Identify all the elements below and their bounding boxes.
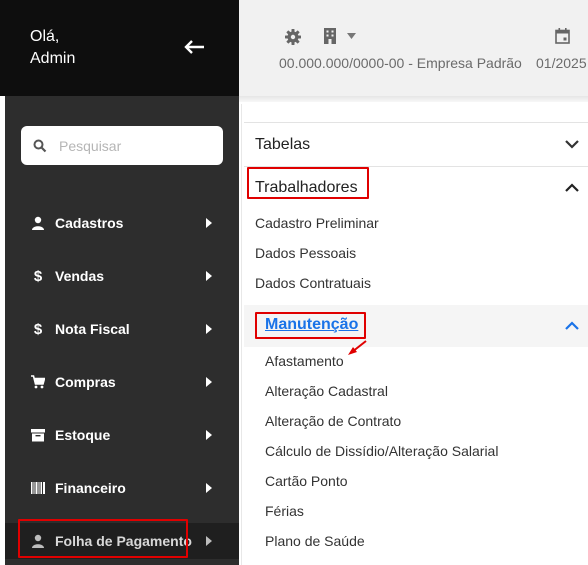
menu-item-plano-de-saude[interactable]: Plano de Saúde [265,533,365,549]
chevron-right-icon [206,483,212,493]
section-tabelas[interactable]: Tabelas [255,136,310,154]
sidebar-item-label: Vendas [55,268,105,284]
app-root: Olá, Admin Cadastros $ Vendas [0,0,588,565]
user-icon [32,216,44,230]
sidebar: Cadastros $ Vendas $ Nota Fiscal Compras [5,96,239,565]
sidebar-item-nota-fiscal[interactable]: $ Nota Fiscal [5,311,239,347]
caret-down-icon[interactable] [347,33,356,39]
chevron-right-icon [206,218,212,228]
dollar-icon: $ [33,267,43,285]
chevron-down-icon[interactable] [565,140,579,149]
menu-item-ferias[interactable]: Férias [265,503,304,519]
gear-icon[interactable] [285,29,301,45]
sidebar-item-financeiro[interactable]: Financeiro [5,470,239,506]
menu-item-cartao-ponto[interactable]: Cartão Ponto [265,473,348,489]
chevron-right-icon [206,536,212,546]
arrow-left-icon[interactable] [182,36,206,58]
archive-icon [31,429,45,442]
dollar-icon: $ [33,320,43,338]
chevron-up-icon[interactable] [565,321,579,330]
menu-item-afastamento[interactable]: Afastamento [265,353,344,369]
divider [244,122,588,123]
barcode-icon [31,482,45,494]
menu-item-dados-pessoais[interactable]: Dados Pessoais [255,245,356,261]
menu-item-alteracao-de-contrato[interactable]: Alteração de Contrato [265,413,401,429]
menu-item-calculo-de-dissidio[interactable]: Cálculo de Dissídio/Alteração Salarial [265,443,498,459]
annotation-arrow-icon [348,340,367,355]
menu-item-dados-contratuais[interactable]: Dados Contratuais [255,275,371,291]
sidebar-item-compras[interactable]: Compras [5,364,239,400]
highlight-box-folha [18,519,188,558]
search-icon [33,139,47,152]
company-label[interactable]: 00.000.000/0000-00 - Empresa Padrão [279,55,522,71]
chevron-up-icon[interactable] [565,183,579,192]
search-input[interactable] [59,137,209,154]
greeting-line-1: Olá, [30,28,60,45]
sidebar-header: Olá, Admin [0,0,239,96]
chevron-right-icon [206,377,212,387]
menu-item-alteracao-cadastral[interactable]: Alteração Cadastral [265,383,388,399]
sidebar-item-estoque[interactable]: Estoque [5,417,239,453]
sidebar-item-label: Estoque [55,427,111,443]
building-icon[interactable] [323,28,337,44]
sidebar-item-vendas[interactable]: $ Vendas [5,258,239,294]
chevron-right-icon [206,324,212,334]
highlight-box-manutencao [255,312,366,339]
sidebar-item-cadastros[interactable]: Cadastros [5,205,239,241]
chevron-right-icon [206,430,212,440]
highlight-box-trabalhadores [247,167,369,199]
sidebar-item-label: Nota Fiscal [55,321,130,337]
search-box[interactable] [21,126,223,165]
top-bar [239,0,588,96]
cart-icon [31,375,45,389]
top-bar-shadow [239,96,588,102]
greeting-line-2: Admin [30,50,76,67]
greeting: Olá, Admin [30,26,75,70]
sidebar-item-label: Financeiro [55,480,126,496]
calendar-icon[interactable] [555,28,570,44]
chevron-right-icon [206,271,212,281]
sidebar-item-label: Cadastros [55,215,124,231]
menu-item-cadastro-preliminar[interactable]: Cadastro Preliminar [255,215,379,231]
period-label[interactable]: 01/2025 [536,55,587,71]
sidebar-item-label: Compras [55,374,116,390]
